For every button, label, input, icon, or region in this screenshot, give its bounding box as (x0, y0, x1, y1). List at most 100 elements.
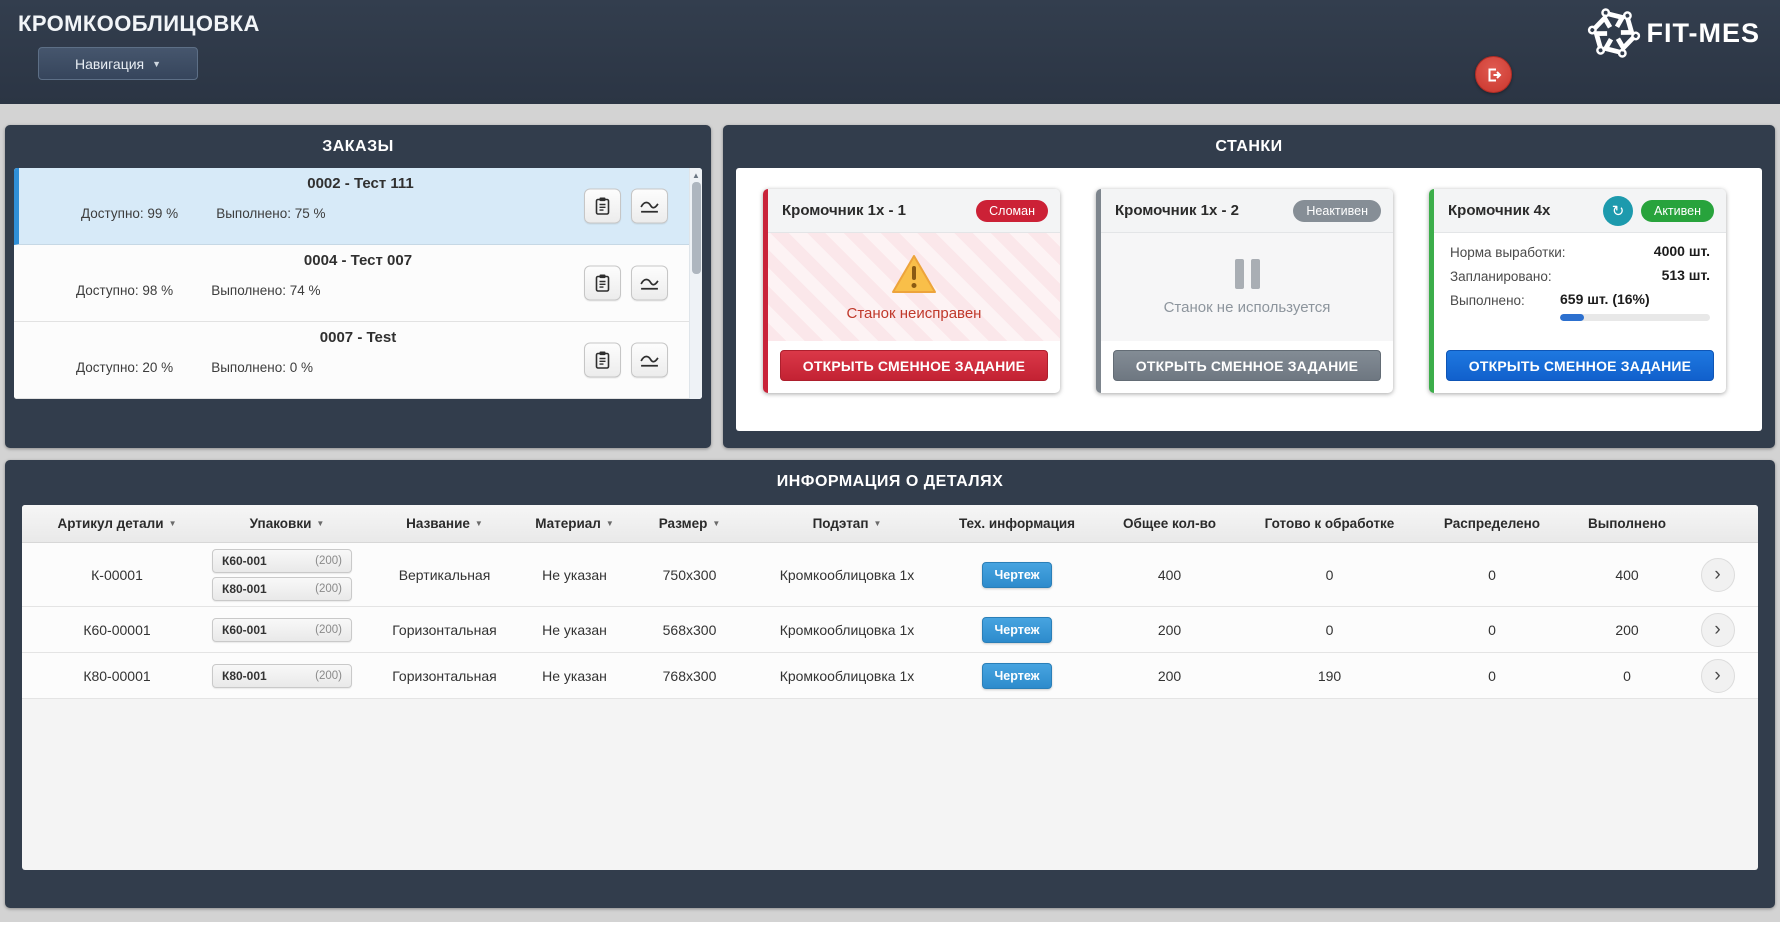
cell-substage: Кромкооблицовка 1х (757, 567, 937, 583)
cell-article: К80-00001 (22, 668, 212, 684)
scrollbar-thumb[interactable] (692, 182, 701, 274)
order-row-0002[interactable]: 0002 - Тест 111 Доступно: 99 % Выполнено… (14, 168, 702, 245)
package-pill[interactable]: К60-001 (200) (212, 618, 352, 642)
order-details-button[interactable] (584, 189, 621, 224)
order-available: Доступно: 20 % (76, 360, 173, 375)
table-row: К60-00001 К60-001 (200) Горизонтальная Н… (22, 607, 1758, 653)
logout-button[interactable] (1475, 56, 1512, 93)
order-available: Доступно: 98 % (76, 283, 173, 298)
order-row-0004[interactable]: 0004 - Тест 007 Доступно: 98 % Выполнено… (14, 245, 702, 322)
order-completed: Выполнено: 75 % (216, 206, 325, 221)
cell-distributed: 0 (1417, 567, 1567, 583)
cell-article: К-00001 (22, 567, 212, 583)
open-shift-task-button[interactable]: ОТКРЫТЬ СМЕННОЕ ЗАДАНИЕ (1113, 350, 1381, 381)
cell-completed: 200 (1567, 622, 1687, 638)
cell-substage: Кромкооблицовка 1х (757, 622, 937, 638)
cell-total: 200 (1097, 668, 1242, 684)
stat-value: 513 шт. (1662, 267, 1710, 283)
sort-icon: ▼ (475, 519, 483, 528)
cell-total: 200 (1097, 622, 1242, 638)
package-pill[interactable]: К80-001 (200) (212, 577, 352, 601)
row-expand-button[interactable]: › (1701, 558, 1735, 592)
cell-substage: Кромкооблицовка 1х (757, 668, 937, 684)
top-row: ЗАКАЗЫ 0002 - Тест 111 Доступно: 99 % Вы… (0, 104, 1780, 448)
drawing-button[interactable]: Чертеж (982, 617, 1053, 643)
column-header-article[interactable]: Артикул детали▼ (22, 516, 212, 531)
cell-material: Не указан (527, 668, 622, 684)
order-available: Доступно: 99 % (81, 206, 178, 221)
order-details-button[interactable] (584, 266, 621, 301)
order-completed: Выполнено: 74 % (211, 283, 320, 298)
column-header-distributed: Распределено (1417, 516, 1567, 531)
cell-packages: К60-001 (200) (212, 618, 362, 642)
refresh-icon[interactable]: ↻ (1603, 196, 1633, 226)
stat-value: 659 шт. (16%) (1560, 291, 1650, 307)
table-row: К80-00001 К80-001 (200) Горизонтальная Н… (22, 653, 1758, 699)
orders-panel: ЗАКАЗЫ 0002 - Тест 111 Доступно: 99 % Вы… (5, 125, 711, 448)
stat-label: Запланировано: (1450, 267, 1552, 284)
order-chart-button[interactable] (631, 343, 668, 378)
column-header-material[interactable]: Материал▼ (527, 516, 622, 531)
clipboard-icon (594, 197, 611, 216)
row-expand-button[interactable]: › (1701, 613, 1735, 647)
sort-icon: ▼ (606, 519, 614, 528)
brand-name: FIT-MES (1647, 18, 1761, 49)
cell-size: 768x300 (622, 668, 757, 684)
cell-material: Не указан (527, 622, 622, 638)
order-row-0007[interactable]: 0007 - Test Доступно: 20 % Выполнено: 0 … (14, 322, 702, 399)
machine-progress-fill (1560, 314, 1584, 321)
column-header-completed: Выполнено (1567, 516, 1687, 531)
trend-chart-icon (639, 275, 660, 291)
machine-status-message: Станок не используется (1164, 299, 1331, 316)
trend-chart-icon (639, 198, 660, 214)
cell-distributed: 0 (1417, 622, 1567, 638)
table-header-row: Артикул детали▼ Упаковки▼ Название▼ Мате… (22, 505, 1758, 543)
machine-state-area: Станок не используется (1101, 233, 1393, 341)
cell-size: 750x300 (622, 567, 757, 583)
order-completed: Выполнено: 0 % (211, 360, 313, 375)
package-pill[interactable]: К80-001 (200) (212, 664, 352, 688)
cell-completed: 400 (1567, 567, 1687, 583)
order-chart-button[interactable] (631, 189, 668, 224)
package-pill[interactable]: К60-001 (200) (212, 549, 352, 573)
scroll-up-icon[interactable]: ▲ (692, 168, 700, 182)
order-details-button[interactable] (584, 343, 621, 378)
sort-icon: ▼ (873, 519, 881, 528)
navigation-label: Навигация (75, 56, 144, 72)
machines-body: Кромочник 1х - 1 Сломан Станок неисправе… (736, 168, 1762, 431)
clipboard-icon (594, 351, 611, 370)
open-shift-task-button[interactable]: ОТКРЫТЬ СМЕННОЕ ЗАДАНИЕ (1446, 350, 1714, 381)
table-row: К-00001 К60-001 (200) К80-001 (200) Верт… (22, 543, 1758, 607)
drawing-button[interactable]: Чертеж (982, 562, 1053, 588)
orders-scrollbar[interactable]: ▲ (689, 168, 702, 399)
machine-name: Кромочник 1х - 2 (1115, 202, 1239, 219)
clipboard-icon (594, 274, 611, 293)
cell-size: 568x300 (622, 622, 757, 638)
cell-ready: 0 (1242, 622, 1417, 638)
machine-status-message: Станок неисправен (847, 305, 982, 322)
status-badge: Сломан (976, 200, 1048, 222)
column-header-ready: Готово к обработке (1242, 516, 1417, 531)
brand-logo: FIT-MES (1587, 6, 1761, 60)
machine-card-kromochnik-1x-2: Кромочник 1х - 2 Неактивен Станок не исп… (1096, 189, 1393, 393)
stat-value: 4000 шт. (1654, 243, 1710, 259)
machine-name: Кромочник 4х (1448, 202, 1550, 219)
column-header-substage[interactable]: Подэтап▼ (757, 516, 937, 531)
column-header-name[interactable]: Название▼ (362, 516, 527, 531)
column-header-packages[interactable]: Упаковки▼ (212, 516, 362, 531)
cell-ready: 190 (1242, 668, 1417, 684)
cell-packages: К80-001 (200) (212, 664, 362, 688)
cell-material: Не указан (527, 567, 622, 583)
navigation-dropdown-button[interactable]: Навигация ▼ (38, 47, 198, 80)
status-badge: Неактивен (1293, 200, 1381, 222)
details-panel-title: ИНФОРМАЦИЯ О ДЕТАЛЯХ (5, 460, 1775, 503)
order-chart-button[interactable] (631, 266, 668, 301)
drawing-button[interactable]: Чертеж (982, 663, 1053, 689)
open-shift-task-button[interactable]: ОТКРЫТЬ СМЕННОЕ ЗАДАНИЕ (780, 350, 1048, 381)
row-expand-button[interactable]: › (1701, 659, 1735, 693)
page-title: КРОМКООБЛИЦОВКА (18, 11, 260, 37)
status-badge: Активен (1641, 200, 1714, 222)
machine-card-kromochnik-1x-1: Кромочник 1х - 1 Сломан Станок неисправе… (763, 189, 1060, 393)
details-panel: ИНФОРМАЦИЯ О ДЕТАЛЯХ Артикул детали▼ Упа… (5, 460, 1775, 908)
column-header-size[interactable]: Размер▼ (622, 516, 757, 531)
